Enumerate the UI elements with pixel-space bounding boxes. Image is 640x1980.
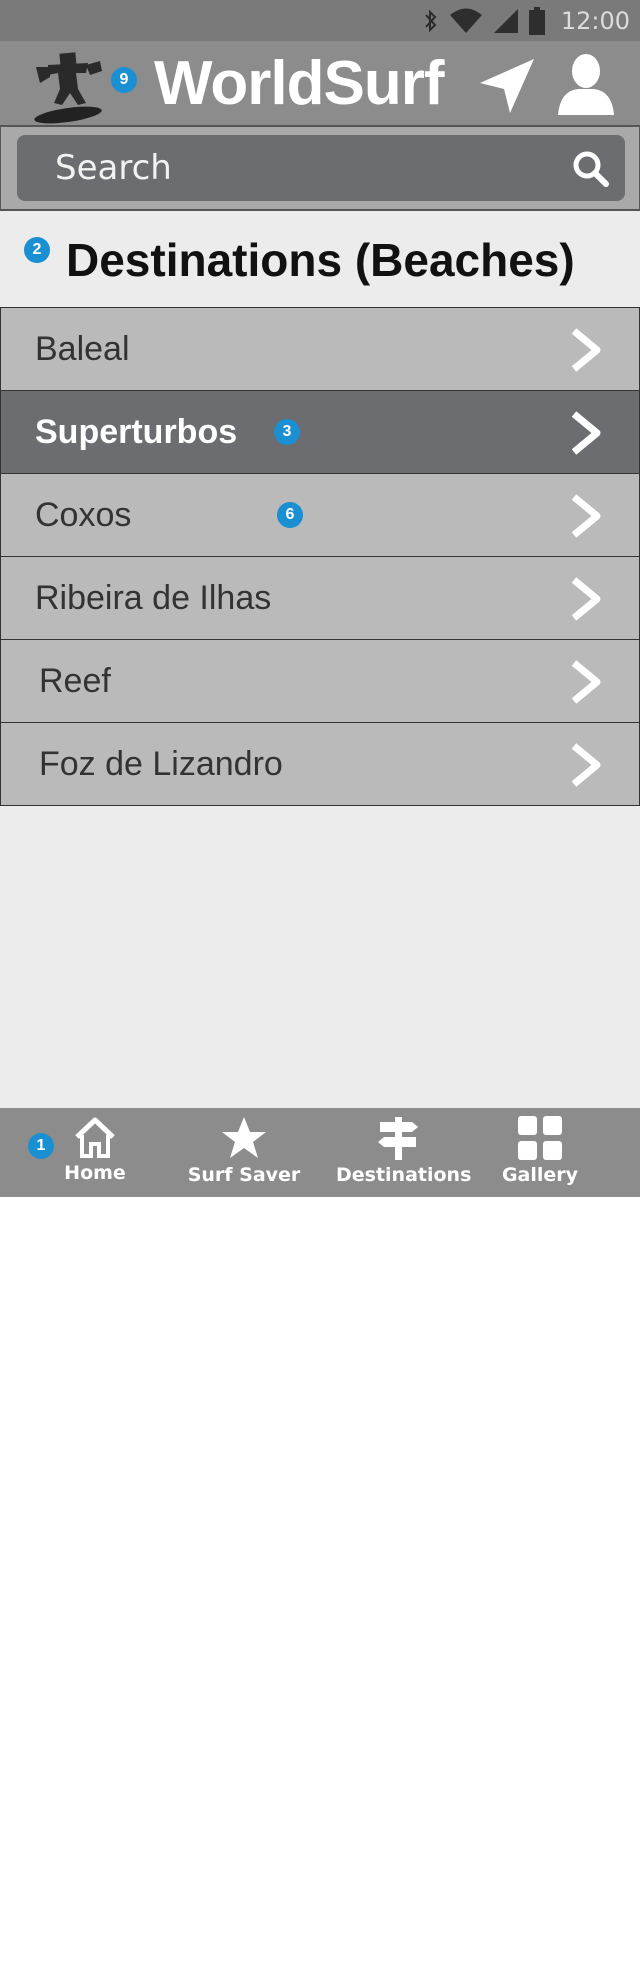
- list-item[interactable]: Baleal: [0, 307, 640, 390]
- wifi-icon: [449, 8, 482, 33]
- destination-label: Ribeira de Ilhas: [35, 579, 272, 617]
- app-screen: 12:00 9 WorldSurf Search 2 Destinations …: [0, 0, 640, 1197]
- list-item[interactable]: Reef: [0, 639, 640, 722]
- list-item[interactable]: Superturbos 3: [0, 390, 640, 473]
- home-icon: [75, 1117, 115, 1158]
- status-bar: 12:00: [0, 0, 640, 41]
- tab-surf-saver[interactable]: Surf Saver: [186, 1108, 302, 1197]
- battery-icon: [528, 6, 545, 35]
- user-profile-icon[interactable]: [556, 53, 616, 115]
- section-header: 2 Destinations (Beaches): [0, 211, 640, 307]
- star-icon: [222, 1117, 266, 1158]
- chevron-right-icon: [571, 743, 601, 787]
- chevron-right-icon: [571, 411, 601, 455]
- tab-label: Gallery: [501, 1164, 579, 1186]
- destination-label: Baleal: [35, 330, 130, 368]
- bottom-nav: 1 Home Surf Saver Destinations Gallery: [0, 1108, 640, 1197]
- tab-gallery[interactable]: Gallery: [490, 1108, 590, 1197]
- tab-destinations[interactable]: Destinations: [336, 1108, 472, 1197]
- chevron-right-icon: [571, 660, 601, 704]
- annotation-badge-9: 9: [111, 67, 137, 93]
- search-icon[interactable]: [571, 149, 609, 187]
- list-item[interactable]: Foz de Lizandro: [0, 722, 640, 806]
- app-title: WorldSurf: [154, 49, 444, 118]
- annotation-badge-3: 3: [274, 419, 300, 445]
- destination-label: Foz de Lizandro: [39, 745, 283, 783]
- app-bar: 9 WorldSurf: [0, 41, 640, 127]
- list-item[interactable]: Ribeira de Ilhas: [0, 556, 640, 639]
- navigation-arrow-icon[interactable]: [478, 57, 536, 115]
- search-placeholder: Search: [55, 148, 172, 188]
- destinations-list: Baleal Superturbos 3 Coxos 6 Ribeira de …: [0, 307, 640, 806]
- signal-icon: [493, 8, 518, 33]
- signpost-icon: [378, 1117, 418, 1160]
- grid-icon: [518, 1116, 562, 1160]
- section-title: Destinations (Beaches): [66, 234, 575, 286]
- tab-home[interactable]: Home: [50, 1108, 140, 1197]
- chevron-right-icon: [571, 494, 601, 538]
- bluetooth-icon: [425, 9, 437, 32]
- annotation-badge-2: 2: [24, 237, 50, 263]
- status-time: 12:00: [560, 6, 630, 35]
- tab-label: Home: [64, 1162, 126, 1184]
- surfer-logo-icon[interactable]: [28, 43, 108, 125]
- chevron-right-icon: [571, 577, 601, 621]
- annotation-badge-6: 6: [277, 502, 303, 528]
- search-input[interactable]: Search: [17, 135, 625, 201]
- chevron-right-icon: [571, 328, 601, 372]
- tab-label: Destinations: [336, 1164, 472, 1186]
- destination-label: Superturbos: [35, 413, 238, 451]
- destination-label: Coxos: [35, 496, 132, 534]
- destination-label: Reef: [39, 662, 111, 700]
- search-bar: Search: [0, 127, 640, 211]
- tab-label: Surf Saver: [187, 1164, 301, 1186]
- list-item[interactable]: Coxos 6: [0, 473, 640, 556]
